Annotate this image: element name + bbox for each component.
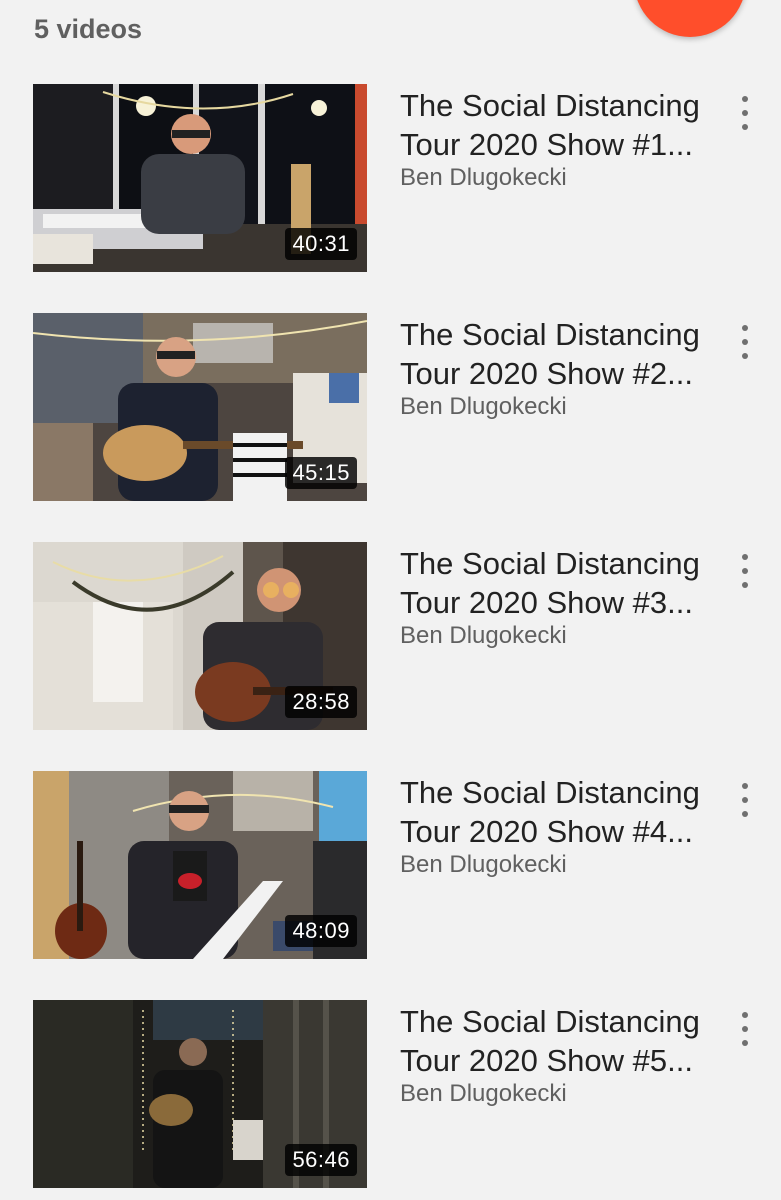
more-options-icon[interactable]: [730, 94, 760, 134]
video-list-item[interactable]: 48:09 The Social Distancing Tour 2020 Sh…: [0, 771, 781, 959]
video-duration-badge: 48:09: [285, 915, 357, 947]
more-options-icon[interactable]: [730, 323, 760, 363]
video-title[interactable]: The Social Distancing Tour 2020 Show #2.…: [400, 315, 725, 393]
video-duration-badge: 45:15: [285, 457, 357, 489]
video-list-item[interactable]: 56:46 The Social Distancing Tour 2020 Sh…: [0, 1000, 781, 1188]
more-options-icon[interactable]: [730, 781, 760, 821]
video-thumbnail[interactable]: 48:09: [33, 771, 367, 959]
video-duration-badge: 56:46: [285, 1144, 357, 1176]
channel-name: Ben Dlugokecki: [400, 1080, 567, 1107]
channel-name: Ben Dlugokecki: [400, 851, 567, 878]
video-thumbnail[interactable]: 28:58: [33, 542, 367, 730]
channel-name: Ben Dlugokecki: [400, 393, 567, 420]
video-count-header: 5 videos: [34, 14, 143, 44]
video-thumbnail[interactable]: 40:31: [33, 84, 367, 272]
more-options-icon[interactable]: [730, 1010, 760, 1050]
more-options-icon[interactable]: [730, 552, 760, 592]
video-list-item[interactable]: 40:31 The Social Distancing Tour 2020 Sh…: [0, 84, 781, 272]
video-thumbnail[interactable]: 45:15: [33, 313, 367, 501]
video-title[interactable]: The Social Distancing Tour 2020 Show #4.…: [400, 773, 725, 851]
channel-name: Ben Dlugokecki: [400, 164, 567, 191]
video-title[interactable]: The Social Distancing Tour 2020 Show #5.…: [400, 1002, 725, 1080]
video-title[interactable]: The Social Distancing Tour 2020 Show #3.…: [400, 544, 725, 622]
channel-name: Ben Dlugokecki: [400, 622, 567, 649]
video-title[interactable]: The Social Distancing Tour 2020 Show #1.…: [400, 86, 725, 164]
video-list-item[interactable]: 28:58 The Social Distancing Tour 2020 Sh…: [0, 542, 781, 730]
video-thumbnail[interactable]: 56:46: [33, 1000, 367, 1188]
video-duration-badge: 40:31: [285, 228, 357, 260]
floating-action-button[interactable]: [634, 0, 746, 37]
video-duration-badge: 28:58: [285, 686, 357, 718]
video-list-item[interactable]: 45:15 The Social Distancing Tour 2020 Sh…: [0, 313, 781, 501]
